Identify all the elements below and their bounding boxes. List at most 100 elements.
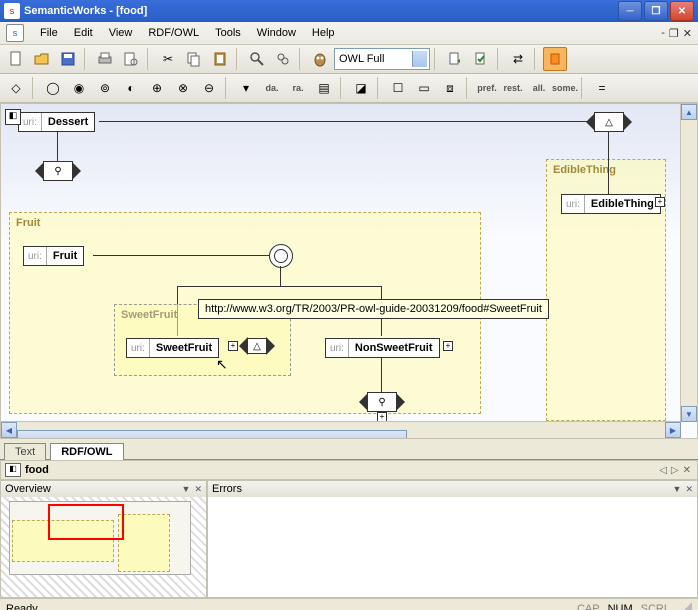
- all-button[interactable]: all.: [527, 76, 551, 100]
- box3-icon[interactable]: ⧈: [438, 76, 462, 100]
- save-button[interactable]: [56, 47, 80, 71]
- node-fruit[interactable]: uri: Fruit: [23, 246, 84, 266]
- cut-button[interactable]: ✂: [156, 47, 180, 71]
- menu-view[interactable]: View: [101, 25, 141, 41]
- mdi-close-button[interactable]: ✕: [683, 27, 692, 40]
- paste-button[interactable]: [208, 47, 232, 71]
- maximize-button[interactable]: ❐: [644, 1, 668, 21]
- overview-menu-button[interactable]: ▼: [182, 484, 191, 494]
- circle1-icon[interactable]: ◯: [41, 76, 65, 100]
- menu-help[interactable]: Help: [304, 25, 343, 41]
- scroll-up-icon[interactable]: ▲: [681, 104, 697, 120]
- errors-close-button[interactable]: ✕: [685, 484, 693, 495]
- doc-close-button[interactable]: ✕: [683, 465, 691, 476]
- connector: [608, 131, 609, 194]
- resize-grip[interactable]: [678, 602, 692, 610]
- expand-nonsweetfruit-icon[interactable]: +: [443, 341, 453, 351]
- menu-file[interactable]: File: [32, 25, 66, 41]
- connector: [93, 255, 269, 256]
- copy-button[interactable]: [182, 47, 206, 71]
- arrow-up-icon: △: [253, 341, 261, 352]
- minimize-button[interactable]: ─: [618, 1, 642, 21]
- connector: [177, 286, 381, 287]
- thing-icon[interactable]: ◇: [4, 76, 28, 100]
- equals-icon[interactable]: =: [590, 76, 614, 100]
- menu-rdfowl[interactable]: RDF/OWL: [140, 25, 207, 41]
- close-button[interactable]: ✕: [670, 1, 694, 21]
- node-sweetfruit[interactable]: uri: SweetFruit: [126, 338, 219, 358]
- tab-rdfowl[interactable]: RDF/OWL: [50, 443, 123, 460]
- status-num: NUM: [608, 603, 633, 610]
- overview-viewport[interactable]: [48, 504, 124, 540]
- diagram-canvas[interactable]: uri: Dessert ◧ △ ⚲ EdibleThing uri: Edib…: [0, 103, 698, 439]
- tab-text[interactable]: Text: [4, 443, 46, 460]
- errors-menu-button[interactable]: ▼: [673, 484, 682, 494]
- expand-sweetfruit-icon[interactable]: +: [228, 341, 238, 351]
- box2-icon[interactable]: ▭: [412, 76, 436, 100]
- errors-list[interactable]: [208, 497, 697, 597]
- find-button[interactable]: [245, 47, 269, 71]
- view-tabstrip: Text RDF/OWL: [0, 439, 698, 460]
- union-node[interactable]: [269, 244, 293, 268]
- eq-icon[interactable]: ▤: [312, 76, 336, 100]
- new-button[interactable]: [4, 47, 28, 71]
- document-icon: ◧: [5, 463, 21, 477]
- swap-button[interactable]: ⇄: [506, 47, 530, 71]
- circle7-icon[interactable]: ⊖: [197, 76, 221, 100]
- print-preview-button[interactable]: [119, 47, 143, 71]
- owl-level-select[interactable]: OWL Full: [334, 48, 430, 70]
- circle2-icon[interactable]: ◉: [67, 76, 91, 100]
- ra-button[interactable]: ra.: [286, 76, 310, 100]
- errors-pane: Errors ▼ ✕: [207, 480, 698, 598]
- scroll-left-icon[interactable]: ◀: [1, 422, 17, 438]
- highlight-button[interactable]: [543, 47, 567, 71]
- fill-icon[interactable]: ◪: [349, 76, 373, 100]
- scroll-down-icon[interactable]: ▼: [681, 406, 697, 422]
- menu-window[interactable]: Window: [249, 25, 304, 41]
- mdi-minimize-button[interactable]: -: [661, 27, 665, 40]
- menu-tools[interactable]: Tools: [207, 25, 249, 41]
- hex-ediblething-top[interactable]: △: [594, 112, 624, 132]
- menu-edit[interactable]: Edit: [66, 25, 101, 41]
- status-scrl: SCRL: [641, 603, 670, 610]
- owl-icon[interactable]: [308, 47, 332, 71]
- circle6-icon[interactable]: ⊗: [171, 76, 195, 100]
- mdi-restore-button[interactable]: ❐: [669, 27, 679, 40]
- hex-sweetfruit[interactable]: △: [247, 338, 267, 354]
- expand-ediblething-icon[interactable]: +: [655, 197, 665, 207]
- group-sweetfruit-label: SweetFruit: [121, 309, 177, 321]
- validate-button[interactable]: [469, 47, 493, 71]
- key-icon: ⚲: [378, 397, 385, 408]
- scroll-thumb[interactable]: [17, 430, 407, 439]
- node-dessert[interactable]: uri: Dessert: [18, 112, 95, 132]
- node-nonsweetfruit[interactable]: uri: NonSweetFruit: [325, 338, 440, 358]
- vertical-scrollbar[interactable]: ▲ ▼: [680, 104, 697, 422]
- scroll-right-icon[interactable]: ▶: [665, 422, 681, 438]
- cursor-icon: ↖: [216, 356, 228, 373]
- status-bar: Ready CAP NUM SCRL: [0, 598, 698, 610]
- circle4-icon[interactable]: ◐: [119, 76, 143, 100]
- circle3-icon[interactable]: ⊚: [93, 76, 117, 100]
- da-button[interactable]: da.: [260, 76, 284, 100]
- doc-prev-button[interactable]: ◁: [659, 465, 667, 476]
- hex-nonsweet-key[interactable]: ⚲: [367, 392, 397, 412]
- node-fruit-label: Fruit: [47, 250, 83, 262]
- find-in-files-button[interactable]: [271, 47, 295, 71]
- node-dessert-label: Dessert: [42, 116, 94, 128]
- overview-close-button[interactable]: ✕: [194, 484, 202, 495]
- hex-key[interactable]: ⚲: [43, 161, 73, 181]
- down-icon[interactable]: ▾: [234, 76, 258, 100]
- some-button[interactable]: some.: [553, 76, 577, 100]
- rest-button[interactable]: rest.: [501, 76, 525, 100]
- node-ediblething[interactable]: uri: EdibleThing: [561, 194, 661, 214]
- box1-icon[interactable]: ☐: [386, 76, 410, 100]
- expand-dessert-icon[interactable]: ◧: [5, 109, 21, 125]
- circle5-icon[interactable]: ⊕: [145, 76, 169, 100]
- open-button[interactable]: [30, 47, 54, 71]
- reload-button[interactable]: [443, 47, 467, 71]
- horizontal-scrollbar[interactable]: ◀ ▶: [1, 421, 681, 438]
- pref-button[interactable]: pref.: [475, 76, 499, 100]
- doc-next-button[interactable]: ▷: [671, 465, 679, 476]
- print-button[interactable]: [93, 47, 117, 71]
- overview-canvas[interactable]: [1, 497, 206, 597]
